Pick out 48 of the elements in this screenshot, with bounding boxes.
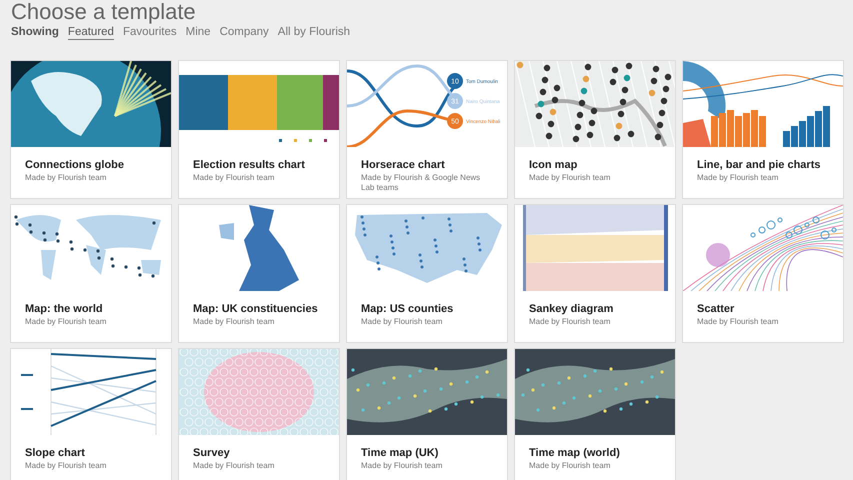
template-author: Made by Flourish team — [193, 173, 276, 183]
template-card[interactable]: Connections globe Made by Flourish team — [11, 61, 171, 198]
template-author: Made by Flourish team — [25, 173, 108, 183]
filter-label: Showing — [11, 26, 59, 38]
template-title: Election results chart — [193, 159, 306, 171]
page-title: Choose a template — [11, 0, 197, 24]
template-card[interactable]: Line, bar and pie charts Made by Flourish team — [683, 61, 843, 198]
template-title: Map: UK constituencies — [193, 303, 319, 315]
template-author: Made by Flourish team — [529, 173, 612, 183]
template-author: Made by Flourish team — [25, 461, 108, 471]
template-author: Made by Flourish team — [193, 317, 276, 327]
filter-tab[interactable]: Mine — [186, 26, 211, 40]
filter-tab[interactable]: All by Flourish — [278, 26, 350, 40]
template-author: Made by Flourish team — [529, 461, 612, 471]
filter-tab[interactable]: Featured — [68, 26, 114, 40]
template-author: Made by Flourish team — [529, 317, 612, 327]
filter-tab[interactable]: Company — [220, 26, 269, 40]
template-title: Map: the world — [25, 303, 104, 315]
template-title: Time map (world) — [529, 447, 621, 459]
template-card[interactable]: Map: the world Made by Flourish team — [11, 205, 171, 342]
template-title: Icon map — [529, 159, 578, 171]
template-card[interactable]: Time map (world) Made by Flourish team — [515, 349, 675, 480]
template-title: Survey — [193, 447, 231, 459]
template-card[interactable]: Map: US counties Made by Flourish team — [347, 205, 507, 342]
template-title: Map: US counties — [361, 303, 454, 315]
template-title: Scatter — [697, 303, 736, 315]
template-author: Made by Flourish team — [25, 317, 108, 327]
template-card[interactable]: Sankey diagram Made by Flourish team — [515, 205, 675, 342]
template-card[interactable]: Map: UK constituencies Made by Flourish team — [179, 205, 339, 342]
template-title: Time map (UK) — [361, 447, 440, 459]
template-title: Sankey diagram — [529, 303, 614, 315]
template-author: Made by Flourish team — [697, 173, 780, 183]
template-card[interactable]: Icon map Made by Flourish team — [515, 61, 675, 198]
template-card[interactable]: Time map (UK) Made by Flourish team — [347, 349, 507, 480]
template-title: Connections globe — [25, 159, 125, 171]
template-card[interactable]: Scatter Made by Flourish team — [683, 205, 843, 342]
template-card[interactable]: Election results chart Made by Flourish team — [179, 61, 339, 198]
template-title: Line, bar and pie charts — [697, 159, 822, 171]
template-author: Made by Flourish & Google News Lab teams — [361, 173, 482, 193]
template-title: Slope chart — [25, 447, 86, 459]
template-title: Horserace chart — [361, 159, 446, 171]
template-author: Made by Flourish team — [697, 317, 780, 327]
template-card[interactable]: Slope chart Made by Flourish team — [11, 349, 171, 480]
template-author: Made by Flourish team — [193, 461, 276, 471]
template-card[interactable]: Survey Made by Flourish team — [179, 349, 339, 480]
template-author: Made by Flourish team — [361, 317, 444, 327]
template-author: Made by Flourish team — [361, 461, 444, 471]
filter-tab[interactable]: Favourites — [122, 26, 177, 40]
